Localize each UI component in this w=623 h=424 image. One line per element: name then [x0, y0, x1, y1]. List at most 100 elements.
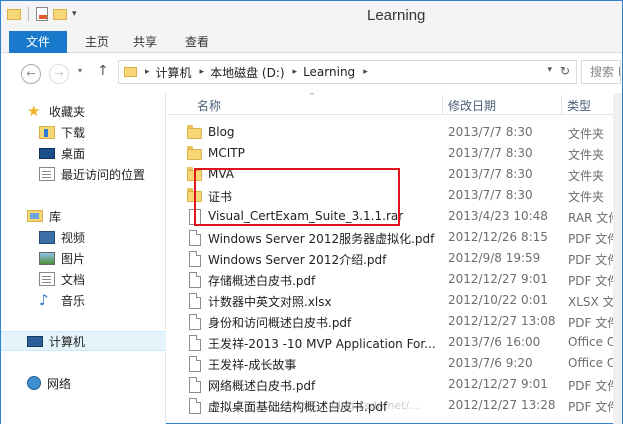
document-icon — [187, 272, 203, 288]
customize-dropdown-icon[interactable]: ▾ — [72, 9, 77, 19]
column-date[interactable]: 修改日期 — [448, 97, 496, 114]
column-name[interactable]: 名称 — [197, 97, 221, 114]
list-item[interactable]: Windows Server 2012服务器虚拟化.pdf 2012/12/26 … — [167, 227, 622, 248]
explorer-window: ▾ Learning 文件 主页 共享 查看 ← → ▾ ↑ ▸ 计算机 ▸ 本… — [0, 0, 623, 424]
documents-icon — [39, 272, 55, 286]
file-type: PDF 文件 — [568, 316, 620, 330]
column-header: ^ 名称 修改日期 类型 — [167, 93, 622, 115]
nav-label: 网络 — [47, 376, 72, 391]
file-date: 2012/12/26 8:15 — [448, 230, 548, 244]
folder-icon[interactable] — [7, 8, 21, 20]
file-type: PDF 文件 — [568, 253, 620, 267]
new-folder-icon[interactable] — [53, 8, 67, 20]
ribbon-tabs: 文件 主页 共享 查看 — [1, 31, 622, 53]
nav-label: 计算机 — [49, 334, 86, 349]
nav-favorites[interactable]: ★ 收藏夹 — [1, 101, 166, 121]
column-type[interactable]: 类型 — [567, 97, 591, 114]
recent-places-icon — [39, 167, 55, 181]
library-icon — [27, 210, 43, 222]
list-item[interactable]: 网络概述白皮书.pdf 2012/12/27 9:01 PDF 文件 — [167, 374, 622, 395]
address-toolbar: ← → ▾ ↑ ▸ 计算机 ▸ 本地磁盘 (D:) ▸ Learning ▸ ▾… — [1, 53, 622, 93]
folder-icon — [187, 146, 203, 162]
column-divider[interactable] — [561, 95, 562, 115]
file-name: Blog — [208, 125, 235, 139]
back-button[interactable]: ← — [21, 64, 41, 84]
nav-label: 库 — [49, 209, 62, 224]
file-list: ^ 名称 修改日期 类型 Blog 2013/7/7 8:30 文件夹 MCITP 20… — [167, 93, 622, 424]
address-bar[interactable]: ▸ 计算机 ▸ 本地磁盘 (D:) ▸ Learning ▸ ▾ ↻ — [118, 60, 577, 84]
list-item[interactable]: 存储概述白皮书.pdf 2012/12/27 9:01 PDF 文件 — [167, 269, 622, 290]
file-date: 2013/7/7 8:30 — [448, 188, 533, 202]
file-name: 网络概述白皮书.pdf — [208, 379, 316, 393]
file-date: 2012/10/22 0:01 — [448, 293, 548, 307]
file-name: 身份和访问概述白皮书.pdf — [208, 316, 352, 330]
list-item[interactable]: Windows Server 2012介绍.pdf 2012/9/8 19:59 P… — [167, 248, 622, 269]
chevron-right-icon[interactable]: ▸ — [293, 67, 298, 77]
file-date: 2012/12/27 9:01 — [448, 377, 548, 391]
refresh-icon[interactable]: ↻ — [560, 64, 570, 78]
file-date: 2012/9/8 19:59 — [448, 251, 541, 265]
list-item[interactable]: MCITP 2013/7/7 8:30 文件夹 — [167, 143, 622, 164]
nav-label: 音乐 — [61, 293, 86, 308]
document-icon — [187, 377, 203, 393]
file-date: 2013/7/7 8:30 — [448, 167, 533, 181]
tab-home[interactable]: 主页 — [77, 31, 117, 53]
breadcrumb-drive[interactable]: 本地磁盘 (D:) — [210, 64, 284, 81]
document-icon — [187, 230, 203, 246]
nav-computer[interactable]: 计算机 — [1, 331, 166, 351]
file-type: 文件夹 — [568, 148, 605, 162]
properties-icon[interactable] — [36, 7, 48, 21]
nav-desktop[interactable]: 桌面 — [1, 143, 166, 163]
breadcrumb-computer[interactable]: 计算机 — [156, 64, 192, 81]
file-type: 文件夹 — [568, 190, 605, 204]
nav-music[interactable]: ♪ 音乐 — [1, 290, 166, 310]
folder-icon — [187, 125, 203, 141]
document-icon — [187, 398, 203, 414]
tab-share[interactable]: 共享 — [125, 31, 165, 53]
computer-icon — [27, 335, 43, 347]
chevron-right-icon[interactable]: ▸ — [200, 67, 205, 77]
file-type: PDF 文件 — [568, 400, 620, 414]
search-input[interactable]: 搜索 L — [581, 60, 621, 84]
file-name: MCITP — [208, 146, 245, 160]
list-item[interactable]: 计数器中英文对照.xlsx 2012/10/22 0:01 XLSX 文件 — [167, 290, 622, 311]
list-item[interactable]: 王发祥-成长故事 2013/7/6 9:20 Office Op — [167, 353, 622, 374]
nav-label: 视频 — [61, 230, 86, 245]
video-icon — [39, 230, 55, 244]
address-dropdown-icon[interactable]: ▾ — [547, 65, 552, 75]
nav-label: 收藏夹 — [49, 104, 86, 119]
nav-documents[interactable]: 文档 — [1, 269, 166, 289]
column-divider[interactable] — [442, 95, 443, 115]
nav-pictures[interactable]: 图片 — [1, 248, 166, 268]
nav-videos[interactable]: 视频 — [1, 227, 166, 247]
file-name: 王发祥-成长故事 — [208, 358, 297, 372]
list-item[interactable]: Blog 2013/7/7 8:30 文件夹 — [167, 122, 622, 143]
chevron-right-icon[interactable]: ▸ — [145, 67, 150, 77]
breadcrumb-learning[interactable]: Learning — [303, 65, 355, 79]
chevron-right-icon[interactable]: ▸ — [363, 67, 368, 77]
file-date: 2012/12/27 9:01 — [448, 272, 548, 286]
file-name: Windows Server 2012服务器虚拟化.pdf — [208, 232, 435, 246]
vertical-scrollbar[interactable] — [613, 93, 622, 424]
forward-button[interactable]: → — [49, 64, 69, 84]
file-type: 文件夹 — [568, 169, 605, 183]
recent-locations-icon[interactable]: ▾ — [78, 66, 82, 75]
file-type: PDF 文件 — [568, 232, 620, 246]
document-icon — [187, 356, 203, 372]
document-icon — [187, 251, 203, 267]
nav-network[interactable]: 网络 — [1, 373, 166, 393]
nav-downloads[interactable]: 下载 — [1, 122, 166, 142]
document-icon — [187, 335, 203, 351]
nav-recent-places[interactable]: 最近访问的位置 — [1, 164, 166, 184]
file-date: 2013/7/7 8:30 — [448, 146, 533, 160]
up-arrow-icon[interactable]: ↑ — [97, 63, 109, 79]
tab-file[interactable]: 文件 — [9, 31, 67, 53]
nav-label: 最近访问的位置 — [61, 167, 146, 182]
breadcrumb: ▸ 计算机 ▸ 本地磁盘 (D:) ▸ Learning ▸ — [119, 61, 368, 83]
list-item[interactable]: 王发祥-2013 -10 MVP Application For... 2013/… — [167, 332, 622, 353]
music-note-icon: ♪ — [39, 291, 49, 309]
sort-arrow-icon: ^ — [309, 93, 315, 100]
list-item[interactable]: 身份和访问概述白皮书.pdf 2012/12/27 13:08 PDF 文件 — [167, 311, 622, 332]
tab-view[interactable]: 查看 — [177, 31, 217, 53]
nav-library[interactable]: 库 — [1, 206, 166, 226]
